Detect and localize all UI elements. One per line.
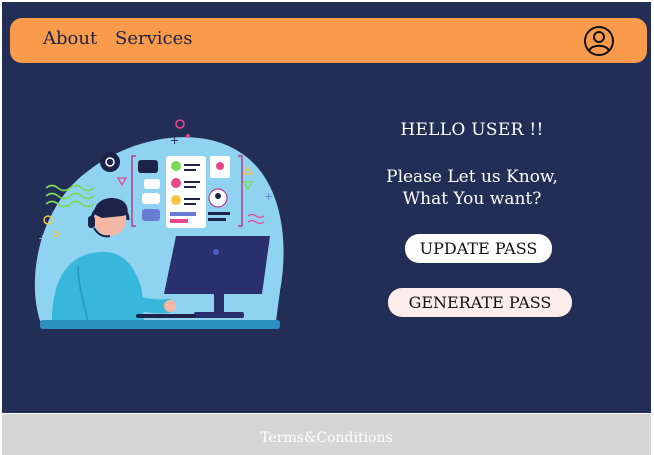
generate-pass-button[interactable]: GENERATE PASS <box>388 288 572 317</box>
nav-link-services[interactable]: Services <box>115 28 192 49</box>
update-pass-button[interactable]: UPDATE PASS <box>405 234 552 263</box>
svg-text:+: + <box>170 134 179 147</box>
terms-conditions-link[interactable]: Terms&Conditions <box>260 430 392 446</box>
prompt-text: Please Let us Know, What You want? <box>362 166 582 210</box>
support-agent-illustration: + + + <box>18 116 302 346</box>
top-navbar: About Services <box>10 18 647 63</box>
prompt-line-1: Please Let us Know, <box>386 167 558 187</box>
greeting-heading: HELLO USER !! <box>400 120 544 140</box>
main-page: About Services + + + HELLO USER !! Pleas… <box>2 2 651 413</box>
svg-text:+: + <box>264 190 273 203</box>
nav-link-about[interactable]: About <box>43 28 97 49</box>
svg-text:+: + <box>38 232 47 245</box>
prompt-line-2: What You want? <box>402 189 542 209</box>
footer: Terms&Conditions <box>2 414 651 455</box>
user-profile-icon[interactable] <box>583 25 615 57</box>
